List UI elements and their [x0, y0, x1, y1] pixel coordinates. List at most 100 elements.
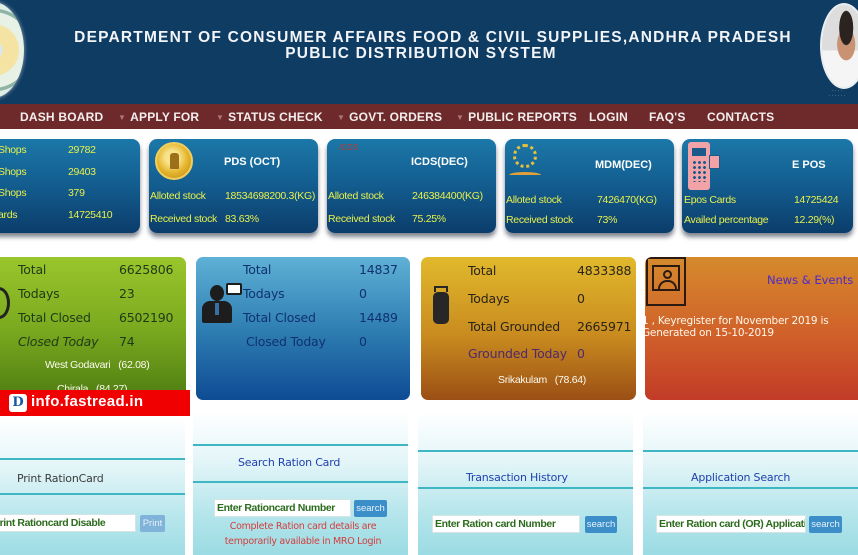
search-rationcard-button[interactable]: search: [354, 500, 387, 517]
summary-label: Todays: [18, 286, 60, 301]
print-rationcard-input[interactable]: Print Rationcard Disable: [0, 514, 136, 532]
support-agent-icon: [202, 283, 242, 329]
chevron-down-icon: ▼: [456, 113, 465, 122]
summary-label: Total: [468, 263, 497, 278]
nav-label: FAQ'S: [649, 110, 686, 124]
divider: [193, 481, 408, 483]
nav-faqs[interactable]: FAQ'S: [649, 110, 686, 124]
stat-label: Alloted stock: [150, 190, 206, 202]
nav-login[interactable]: LOGIN: [589, 110, 628, 124]
mdm-logo-icon: [507, 142, 543, 186]
nav-contacts[interactable]: CONTACTS: [707, 110, 774, 124]
stat-value: 83.63%: [225, 213, 259, 225]
stat-label: Shops: [0, 144, 27, 156]
application-search-input[interactable]: Enter Ration card (OR) Application: [656, 515, 806, 533]
nav-label: APPLY FOR: [130, 110, 200, 124]
stat-label: Received stock: [328, 213, 395, 225]
mdm-stat-card: MDM(DEC) Alloted stock 7426470(KG) Recei…: [505, 139, 674, 233]
stat-card-title: MDM(DEC): [595, 159, 652, 171]
top-district-link[interactable]: West Godavari (62.08): [45, 359, 150, 371]
district-score: (78.64): [554, 374, 586, 386]
stat-label: Alloted stock: [328, 190, 384, 202]
stat-value: 379: [68, 187, 85, 199]
fastread-logo-icon: D: [9, 394, 27, 412]
summary-label: Closed Today: [18, 334, 99, 349]
stat-label: Received stock: [150, 213, 217, 225]
divider: [193, 444, 408, 446]
divider: [418, 450, 633, 452]
transaction-search-button[interactable]: search: [585, 516, 617, 533]
stat-card-title: E POS: [792, 159, 826, 171]
divider: [643, 487, 858, 489]
divider: [643, 450, 858, 452]
news-item[interactable]: 1 , Keyregister for November 2019 is Gen…: [645, 315, 852, 339]
stat-value: 246384400(KG): [412, 190, 483, 202]
news-events-card: News & Events 1 , Keyregister for Novemb…: [645, 257, 858, 400]
nav-govt-orders[interactable]: ▼ GOVT. ORDERS: [337, 110, 442, 124]
district-name: Srikakulam: [498, 374, 547, 386]
stat-label: Alloted stock: [506, 194, 562, 206]
gas-cylinder-icon: [433, 292, 449, 324]
nav-apply-for[interactable]: ▼ APPLY FOR: [118, 110, 199, 124]
district-score: (62.08): [118, 359, 150, 371]
grievance-summary-card: Total 6625806 Todays 23 Total Closed 650…: [0, 257, 186, 400]
summary-label: Todays: [243, 286, 285, 301]
panel-title: Transaction History: [466, 471, 568, 484]
panel-title: Application Search: [691, 471, 791, 484]
summary-value: 6625806: [119, 262, 174, 277]
mro-login-notice: Complete Ration card details are tempora…: [224, 521, 382, 547]
stat-value: 18534698200.3(KG): [225, 190, 316, 202]
print-rationcard-panel: Print RationCard Print Rationcard Disabl…: [0, 418, 185, 555]
stat-label: Shops: [0, 187, 27, 199]
chevron-down-icon: ▼: [118, 113, 127, 122]
summary-label: Total: [18, 262, 47, 277]
application-search-button[interactable]: search: [809, 516, 842, 533]
application-search-panel: Application Search Enter Ration card (OR…: [643, 412, 858, 555]
nav-label: CONTACTS: [707, 110, 775, 124]
main-nav: DASH BOARD ▼ APPLY FOR ▼ STATUS CHECK ▼ GOV…: [0, 104, 858, 129]
stat-card-title: ICDS(DEC): [411, 156, 468, 168]
nav-label: DASH BOARD: [20, 110, 104, 124]
top-district-link[interactable]: Srikakulam (78.64): [498, 374, 586, 386]
nav-label: PUBLIC REPORTS: [468, 110, 577, 124]
helpdesk-summary-card: Total 14837 Todays 0 Total Closed 14489 …: [196, 257, 410, 400]
epos-stat-card: E POS Epos Cards 14725424 Availed percen…: [682, 139, 853, 233]
chevron-down-icon: ▼: [337, 113, 346, 122]
search-rationcard-panel: Search Ration Card Enter Rationcard Numb…: [193, 412, 408, 555]
nav-label: STATUS CHECK: [228, 110, 323, 124]
summary-value: 14489: [359, 310, 398, 325]
rationcard-number-input[interactable]: Enter Rationcard Number: [214, 499, 351, 517]
divider: [0, 458, 185, 460]
watermark-text: info.fastread.in: [31, 393, 144, 410]
print-button[interactable]: Print: [140, 515, 165, 532]
nav-public-reports[interactable]: ▼ PUBLIC REPORTS: [456, 110, 577, 124]
lpg-summary-card: Total 4833388 Todays 0 Total Grounded 26…: [421, 257, 636, 400]
stat-value: 14725424: [794, 194, 839, 206]
summary-label: Total: [243, 262, 272, 277]
summary-value: 6502190: [119, 310, 174, 325]
stat-label: Shops: [0, 166, 27, 178]
summary-label: Total Closed: [18, 310, 91, 325]
transaction-rationcard-input[interactable]: Enter Ration card Number: [432, 515, 580, 533]
summary-label: Todays: [468, 291, 510, 306]
divider: [418, 487, 633, 489]
nav-dashboard[interactable]: DASH BOARD: [20, 110, 103, 124]
summary-value: 0: [577, 291, 585, 306]
stat-value: 73%: [597, 214, 618, 226]
site-header: DEPARTMENT OF CONSUMER AFFAIRS FOOD & CI…: [0, 0, 858, 104]
summary-label: Total Closed: [243, 310, 316, 325]
stat-card-title: PDS (OCT): [224, 156, 281, 168]
system-title: PUBLIC DISTRIBUTION SYSTEM: [285, 45, 557, 62]
summary-label: Total Grounded: [468, 319, 560, 334]
nav-status-check[interactable]: ▼ STATUS CHECK: [216, 110, 323, 124]
stat-value: 14725410: [68, 209, 113, 221]
summary-value: 74: [119, 334, 135, 349]
summary-value: 23: [119, 286, 135, 301]
summary-label: Closed Today: [246, 334, 326, 349]
stat-value: 29403: [68, 166, 96, 178]
news-events-title: News & Events: [767, 273, 854, 287]
panel-title: Search Ration Card: [238, 456, 341, 469]
panel-title: Print RationCard: [17, 472, 104, 485]
summary-label: Grounded Today: [468, 346, 567, 361]
pds-stat-card: PDS (OCT) Alloted stock 18534698200.3(KG…: [149, 139, 318, 233]
